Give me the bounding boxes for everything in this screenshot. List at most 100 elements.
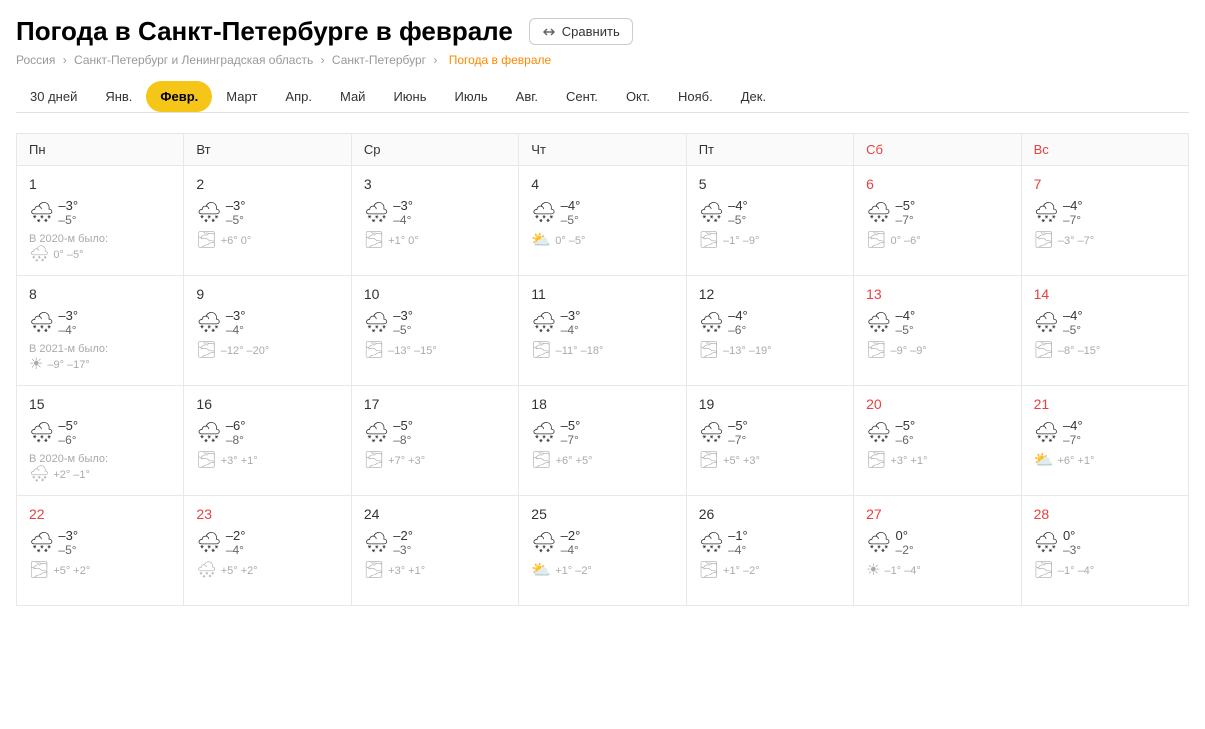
temp-high-13: –4° [896,308,916,323]
day-9[interactable]: 9 🌨 –3° –4° 🌫 –12° –20° [184,276,351,386]
tab-feb[interactable]: Февр. [146,81,212,112]
temp-low-4: –5° [561,213,581,227]
weather-icon-20: 🌨 [866,423,891,443]
temp-low-16: –8° [226,433,246,447]
day-16[interactable]: 16 🌨 –6° –8° 🌫 +3° +1° [184,386,351,496]
day-19[interactable]: 19 🌨 –5° –7° 🌫 +5° +3° [687,386,854,496]
day-26[interactable]: 26 🌨 –1° –4° 🌫 +1° –2° [687,496,854,606]
weather-5: 🌨 –4° –5° [699,198,841,227]
day-num-23: 23 [196,506,338,522]
breadcrumb-spb[interactable]: Санкт-Петербург [332,53,426,67]
day-num-17: 17 [364,396,506,412]
header-mon: Пн [17,134,184,166]
day-8[interactable]: 8 🌨 –3° –4° В 2021-м было: ☀ –9° –17° [17,276,184,386]
weather-icon-13: 🌨 [866,313,891,333]
tab-nov[interactable]: Нояб. [664,81,727,112]
prev-icon-16: 🌫 [196,453,216,469]
prev-temps-7: –3° –7° [1058,235,1094,247]
day-2[interactable]: 2 🌨 –3° –5° 🌫 +6° 0° [184,166,351,276]
tab-jul[interactable]: Июль [440,81,501,112]
day-17[interactable]: 17 🌨 –5° –8° 🌫 +7° +3° [352,386,519,496]
prev-year-8: В 2021-м было: ☀ –9° –17° [29,343,171,373]
day-15[interactable]: 15 🌨 –5° –6° В 2020-м было: 🌨 +2° –1° [17,386,184,496]
tab-30days[interactable]: 30 дней [16,81,91,112]
day-18[interactable]: 18 🌨 –5° –7° 🌫 +6° +5° [519,386,686,496]
weather-icon-3: 🌨 [364,203,389,223]
prev-temps-11: –11° –18° [556,345,604,357]
header-fri: Пт [687,134,854,166]
day-num-28: 28 [1034,506,1176,522]
compare-label: Сравнить [562,24,620,39]
tab-mar[interactable]: Март [212,81,271,112]
weather-icon-6: 🌨 [866,203,891,223]
breadcrumb-russia[interactable]: Россия [16,53,55,67]
prev-temps-28: –1° –4° [1058,565,1094,577]
prev-icon-20: 🌫 [866,453,886,469]
prev-year-19: 🌫 +5° +3° [699,453,841,469]
prev-icon-19: 🌫 [699,453,719,469]
day-13[interactable]: 13 🌨 –4° –5° 🌫 –9° –9° [854,276,1021,386]
tab-apr[interactable]: Апр. [271,81,326,112]
day-num-16: 16 [196,396,338,412]
day-4[interactable]: 4 🌨 –4° –5° ⛅ 0° –5° [519,166,686,276]
day-num-7: 7 [1034,176,1176,192]
day-20[interactable]: 20 🌨 –5° –6° 🌫 +3° +1° [854,386,1021,496]
weather-26: 🌨 –1° –4° [699,528,841,557]
tab-sep[interactable]: Сент. [552,81,612,112]
day-num-13: 13 [866,286,1008,302]
temp-low-19: –7° [728,433,748,447]
day-14[interactable]: 14 🌨 –4° –5° 🌫 –8° –15° [1022,276,1189,386]
day-10[interactable]: 10 🌨 –3° –5° 🌫 –13° –15° [352,276,519,386]
prev-year-11: 🌫 –11° –18° [531,343,673,359]
prev-icon-3: 🌫 [364,233,384,249]
tab-may[interactable]: Май [326,81,379,112]
weather-25: 🌨 –2° –4° [531,528,673,557]
day-25[interactable]: 25 🌨 –2° –4° ⛅ +1° –2° [519,496,686,606]
weather-23: 🌨 –2° –4° [196,528,338,557]
tab-jun[interactable]: Июнь [379,81,440,112]
prev-icon-2: 🌫 [196,233,216,249]
prev-year-26: 🌫 +1° –2° [699,563,841,579]
weather-icon-18: 🌨 [531,423,556,443]
day-7[interactable]: 7 🌨 –4° –7° 🌫 –3° –7° [1022,166,1189,276]
prev-icon-6: 🌫 [866,233,886,249]
day-5[interactable]: 5 🌨 –4° –5° 🌫 –1° –9° [687,166,854,276]
day-22[interactable]: 22 🌨 –3° –5° 🌫 +5° +2° [17,496,184,606]
day-3[interactable]: 3 🌨 –3° –4° 🌫 +1° 0° [352,166,519,276]
day-num-26: 26 [699,506,841,522]
temp-low-21: –7° [1063,433,1083,447]
day-12[interactable]: 12 🌨 –4° –6° 🌫 –13° –19° [687,276,854,386]
day-11[interactable]: 11 🌨 –3° –4° 🌫 –11° –18° [519,276,686,386]
prev-temps-27: –1° –4° [884,565,920,577]
day-27[interactable]: 27 🌨 0° –2° ☀ –1° –4° [854,496,1021,606]
weather-icon-11: 🌨 [531,313,556,333]
day-24[interactable]: 24 🌨 –2° –3° 🌫 +3° +1° [352,496,519,606]
temp-low-13: –5° [896,323,916,337]
tab-jan[interactable]: Янв. [91,81,146,112]
day-1[interactable]: 1 🌨 –3° –5° В 2020-м было: 🌨 0° –5° [17,166,184,276]
day-28[interactable]: 28 🌨 0° –3° 🌫 –1° –4° [1022,496,1189,606]
day-6[interactable]: 6 🌨 –5° –7° 🌫 0° –6° [854,166,1021,276]
tab-oct[interactable]: Окт. [612,81,664,112]
breadcrumb-spb-region[interactable]: Санкт-Петербург и Ленинградская область [74,53,313,67]
day-num-27: 27 [866,506,1008,522]
weather-icon-28: 🌨 [1034,533,1059,553]
day-num-2: 2 [196,176,338,192]
header-thu: Чт [519,134,686,166]
tab-dec[interactable]: Дек. [727,81,780,112]
tab-aug[interactable]: Авг. [502,81,552,112]
prev-icon-25: ⛅ [531,563,551,579]
weather-15: 🌨 –5° –6° [29,418,171,447]
prev-year-3: 🌫 +1° 0° [364,233,506,249]
temp-high-9: –3° [226,308,246,323]
weather-2: 🌨 –3° –5° [196,198,338,227]
temp-low-6: –7° [896,213,916,227]
temp-high-16: –6° [226,418,246,433]
temp-high-26: –1° [728,528,748,543]
day-num-5: 5 [699,176,841,192]
compare-button[interactable]: Сравнить [529,18,633,45]
prev-icon-22: 🌫 [29,563,49,579]
day-23[interactable]: 23 🌨 –2° –4° 🌨 +5° +2° [184,496,351,606]
prev-year-16: 🌫 +3° +1° [196,453,338,469]
day-21[interactable]: 21 🌨 –4° –7° ⛅ +6° +1° [1022,386,1189,496]
